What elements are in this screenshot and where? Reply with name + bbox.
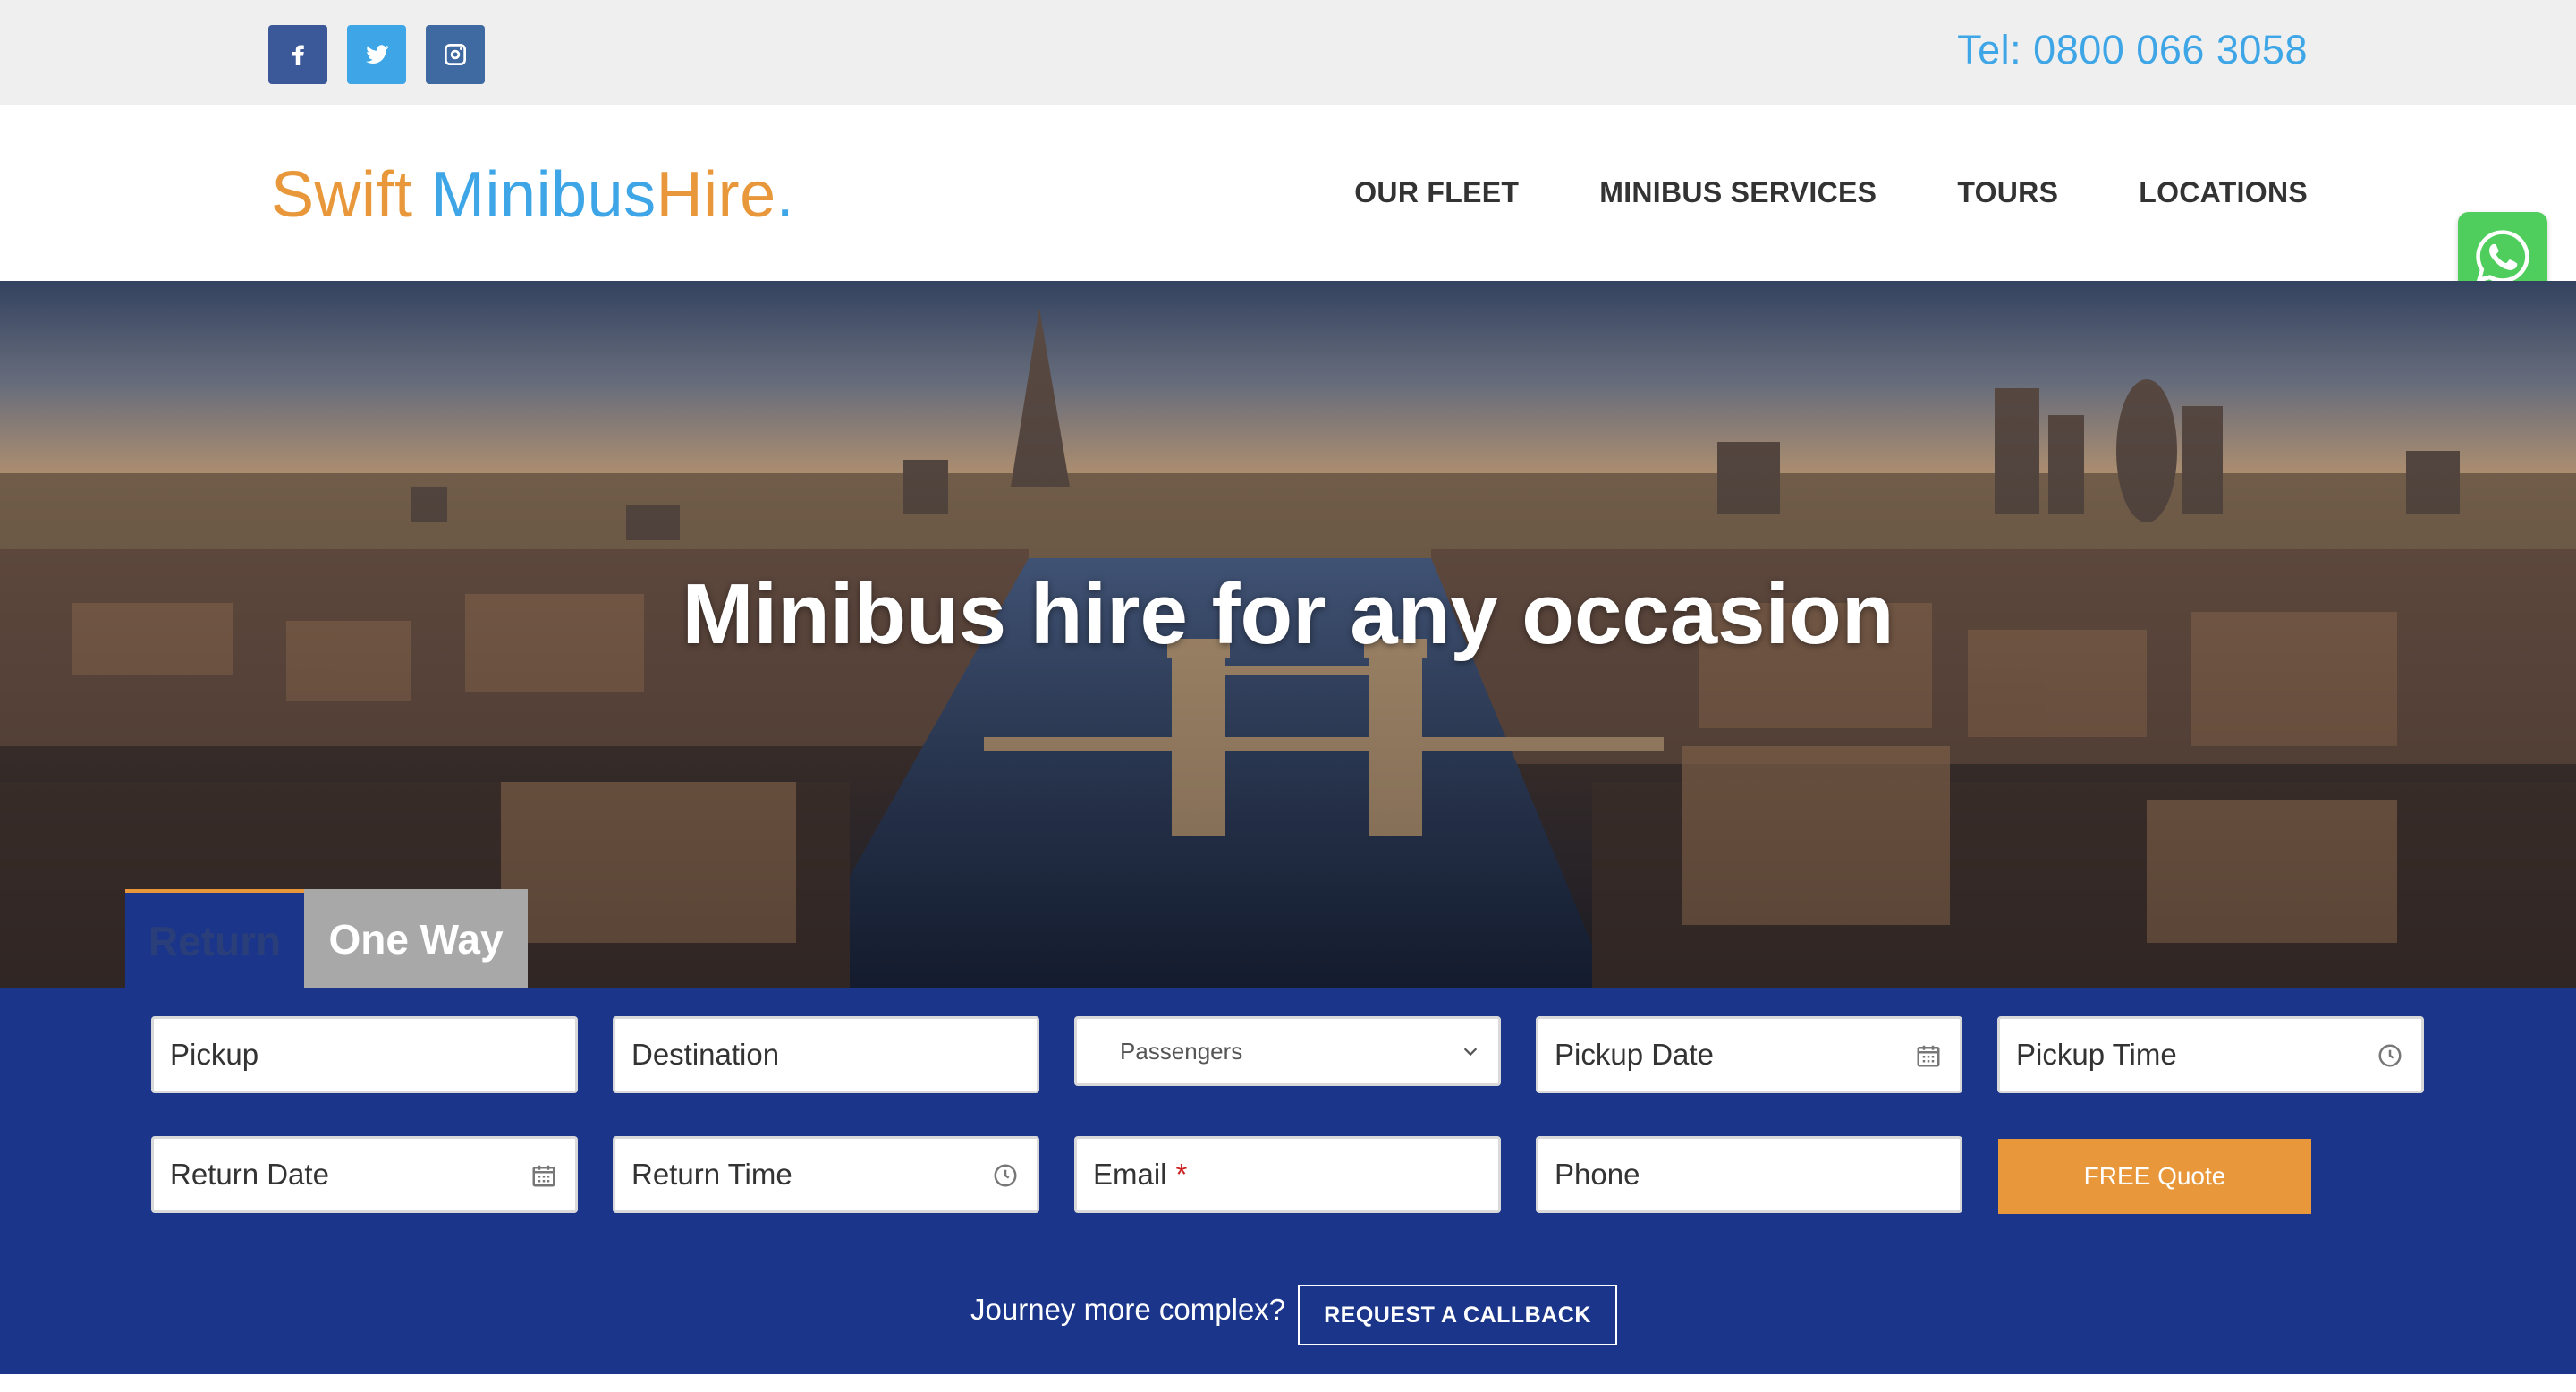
tab-one-way[interactable]: One Way xyxy=(304,889,528,989)
required-asterisk: * xyxy=(1175,1158,1188,1191)
main-nav: OUR FLEET MINIBUS SERVICES TOURS LOCATIO… xyxy=(1274,176,2308,209)
email-field[interactable]: Email * xyxy=(1074,1136,1501,1213)
pickup-field[interactable]: Pickup xyxy=(151,1016,578,1093)
logo-dot: . xyxy=(775,159,795,231)
top-bar: Tel: 0800 066 3058 xyxy=(0,0,2576,105)
nav-item-tours[interactable]: TOURS xyxy=(1957,176,2058,209)
destination-placeholder: Destination xyxy=(631,1038,780,1071)
facebook-icon xyxy=(292,45,304,65)
clock-icon xyxy=(2378,1044,2402,1067)
twitter-icon xyxy=(366,45,389,64)
phone-placeholder: Phone xyxy=(1555,1158,1640,1191)
destination-field[interactable]: Destination xyxy=(613,1016,1039,1093)
site-header: Swift MinibusHire. OUR FLEET MINIBUS SER… xyxy=(0,105,2576,281)
hero-banner: Minibus hire for any occasion xyxy=(0,281,2576,988)
passengers-placeholder: Passengers xyxy=(1120,1037,1243,1065)
site-logo[interactable]: Swift MinibusHire. xyxy=(271,158,794,232)
pickup-time-placeholder: Pickup Time xyxy=(2016,1038,2177,1071)
return-date-placeholder: Return Date xyxy=(170,1158,329,1191)
pickup-date-placeholder: Pickup Date xyxy=(1555,1038,1714,1071)
chevron-down-icon xyxy=(1463,1048,1478,1057)
logo-word-minibus: Minibus xyxy=(431,159,657,231)
complex-journey-text: Journey more complex? xyxy=(970,1293,1286,1326)
pickup-date-field[interactable]: Pickup Date xyxy=(1536,1016,1962,1093)
calendar-icon xyxy=(1917,1045,1940,1067)
instagram-icon xyxy=(445,44,466,65)
facebook-link[interactable] xyxy=(268,25,327,84)
calendar-icon xyxy=(532,1165,555,1187)
tab-return[interactable]: Return xyxy=(125,889,304,989)
return-time-field[interactable]: Return Time xyxy=(613,1136,1039,1213)
nav-item-our-fleet[interactable]: OUR FLEET xyxy=(1354,176,1519,209)
nav-item-locations[interactable]: LOCATIONS xyxy=(2139,176,2308,209)
free-quote-button[interactable]: FREE Quote xyxy=(1998,1139,2311,1214)
pickup-placeholder: Pickup xyxy=(170,1038,259,1071)
twitter-link[interactable] xyxy=(347,25,406,84)
return-time-placeholder: Return Time xyxy=(631,1158,792,1191)
return-date-field[interactable]: Return Date xyxy=(151,1136,578,1213)
hero-title: Minibus hire for any occasion xyxy=(682,566,1894,662)
instagram-link[interactable] xyxy=(426,25,485,84)
nav-item-minibus-services[interactable]: MINIBUS SERVICES xyxy=(1599,176,1877,209)
email-placeholder: Email xyxy=(1093,1158,1167,1191)
passengers-select[interactable]: Passengers xyxy=(1074,1016,1501,1086)
logo-word-swift: Swift xyxy=(271,159,413,231)
pickup-time-field[interactable]: Pickup Time xyxy=(1997,1016,2424,1093)
phone-number[interactable]: Tel: 0800 066 3058 xyxy=(1957,27,2308,73)
logo-word-hire: Hire xyxy=(656,159,776,231)
phone-field[interactable]: Phone xyxy=(1536,1136,1962,1213)
request-callback-button[interactable]: REQUEST A CALLBACK xyxy=(1298,1285,1617,1345)
clock-icon xyxy=(994,1164,1017,1187)
